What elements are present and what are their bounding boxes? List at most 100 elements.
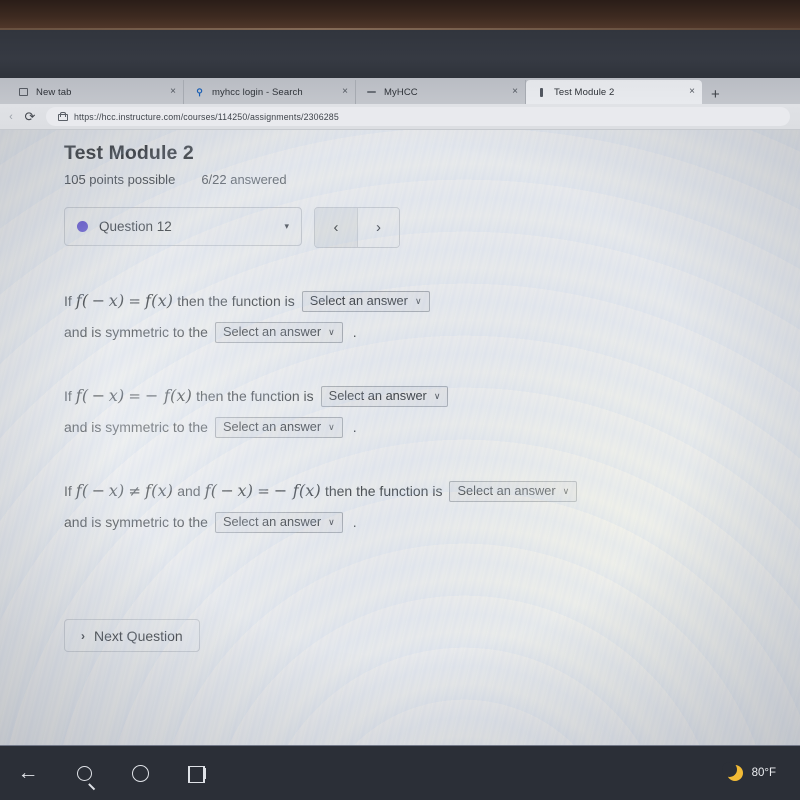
math-expression-left: f( − x): [75, 291, 125, 310]
math-expression-left-2: f( − x): [204, 481, 254, 500]
moon-icon: [721, 762, 743, 781]
chevron-down-icon: ▾: [284, 221, 289, 231]
browser-tab-test-module-2[interactable]: Test Module 2 ×: [526, 80, 702, 104]
chevron-down-icon: ∨: [328, 517, 335, 527]
tab-title: myhcc login - Search: [212, 86, 303, 98]
chevron-down-icon: ∨: [328, 422, 335, 432]
question-line-2: and is symmetric to the Select an answer…: [64, 414, 780, 440]
close-icon[interactable]: ×: [164, 87, 176, 97]
question-body: If f( − x) = f(x) then the function is S…: [64, 288, 780, 652]
chevron-down-icon: ∨: [414, 296, 422, 306]
question-line-1: If f( − x) = − f(x) then the function is…: [64, 383, 780, 409]
answered-count: 6/22 answered: [201, 172, 287, 187]
math-operator: =: [128, 387, 141, 405]
select-value: Select an answer: [222, 514, 322, 529]
task-view-icon[interactable]: [168, 746, 224, 800]
select-value: Select an answer: [457, 483, 556, 498]
symmetry-text: and is symmetric to the: [64, 324, 208, 340]
question-part-even: If f( − x) = f(x) then the function is S…: [64, 288, 780, 345]
question-line-1: If f( − x) = f(x) then the function is S…: [64, 288, 780, 314]
chevron-down-icon: ∨: [562, 486, 570, 496]
question-part-neither: If f( − x) ≠ f(x) and f( − x) = − f(x) t…: [64, 478, 780, 535]
select-value: Select an answer: [309, 293, 408, 308]
math-expression-right: f(x): [145, 291, 174, 310]
quiz-page: Test Module 2 105 points possible 6/22 a…: [0, 130, 800, 745]
question-line-2: and is symmetric to the Select an answer…: [64, 319, 780, 345]
period: .: [352, 514, 357, 530]
question-line-1: If f( − x) ≠ f(x) and f( − x) = − f(x) t…: [64, 478, 780, 504]
answer-select-symmetry[interactable]: Select an answer ∨: [214, 511, 343, 533]
browser-tab-new-tab[interactable]: New tab ×: [8, 80, 184, 104]
prev-question-button[interactable]: ‹: [315, 208, 357, 247]
points-possible: 105 points possible: [64, 172, 176, 187]
close-icon[interactable]: ×: [506, 87, 518, 97]
back-chevron-icon[interactable]: ‹: [4, 111, 18, 123]
browser-tab-myhcc[interactable]: MyHCC ×: [356, 80, 526, 104]
cortana-icon[interactable]: [112, 746, 168, 800]
chevron-down-icon: ∨: [433, 391, 441, 401]
search-icon: ⚲: [196, 86, 203, 97]
tab-title: New tab: [36, 86, 72, 98]
math-expression-right: f(x): [145, 481, 174, 500]
math-operator: ≠: [128, 482, 141, 500]
monitor-bezel: [0, 30, 800, 78]
question-navigation: Question 12 ▾ ‹ ›: [64, 207, 780, 248]
browser-window: New tab × ⚲ myhcc login - Search × MyHCC…: [0, 78, 800, 745]
answer-select-function-type[interactable]: Select an answer ∨: [320, 385, 449, 407]
symmetry-text: and is symmetric to the: [64, 419, 208, 435]
temperature-label: 80°F: [751, 767, 776, 779]
lock-icon: [58, 112, 68, 121]
question-text: then the function is: [177, 293, 295, 309]
new-tab-button[interactable]: +: [702, 87, 729, 104]
question-part-odd: If f( − x) = − f(x) then the function is…: [64, 383, 780, 440]
answer-select-function-type[interactable]: Select an answer ∨: [449, 480, 578, 502]
math-expression-left: f( − x): [75, 386, 125, 405]
back-arrow-icon[interactable]: ←: [0, 746, 56, 800]
question-text: then the function is: [324, 483, 443, 499]
browser-tabstrip: New tab × ⚲ myhcc login - Search × MyHCC…: [0, 78, 800, 104]
address-bar[interactable]: https://hcc.instructure.com/courses/1142…: [46, 107, 790, 126]
if-keyword: If: [64, 388, 72, 404]
weather-widget[interactable]: 80°F: [721, 762, 776, 781]
question-selector-dropdown[interactable]: Question 12 ▾: [64, 207, 302, 246]
symmetry-text: and is symmetric to the: [64, 514, 208, 530]
tab-title: Test Module 2: [554, 86, 615, 98]
math-operator-2: =: [257, 482, 270, 500]
question-status-dot: [77, 221, 88, 232]
math-expression-right: − f(x): [145, 386, 193, 405]
reload-icon[interactable]: ⟳: [18, 109, 42, 125]
question-arrows: ‹ ›: [314, 207, 400, 248]
chevron-right-icon: ›: [81, 628, 85, 643]
select-value: Select an answer: [222, 419, 322, 434]
if-keyword: If: [64, 483, 72, 499]
url-text: https://hcc.instructure.com/courses/1142…: [74, 111, 339, 122]
new-tab-icon: [18, 87, 29, 98]
browser-tab-myhcc-search[interactable]: ⚲ myhcc login - Search ×: [184, 80, 356, 104]
dash-icon: [366, 87, 377, 98]
math-expression-left: f( − x): [75, 481, 125, 500]
select-value: Select an answer: [222, 324, 322, 339]
browser-urlbar: ‹ ⟳ https://hcc.instructure.com/courses/…: [0, 104, 800, 130]
question-line-2: and is symmetric to the Select an answer…: [64, 509, 780, 535]
question-selector-label: Question 12: [99, 219, 172, 234]
period: .: [352, 419, 357, 435]
question-text: then the function is: [196, 388, 314, 404]
answer-select-function-type[interactable]: Select an answer ∨: [301, 290, 430, 312]
page-title: Test Module 2: [64, 142, 194, 164]
next-question-button[interactable]: › Next Question: [64, 619, 200, 652]
answer-select-symmetry[interactable]: Select an answer ∨: [214, 321, 343, 343]
search-icon[interactable]: [56, 746, 112, 800]
answer-select-symmetry[interactable]: Select an answer ∨: [214, 416, 343, 438]
desk-surface: [0, 0, 800, 30]
screen-photo: New tab × ⚲ myhcc login - Search × MyHCC…: [0, 0, 800, 800]
tab-title: MyHCC: [384, 86, 418, 98]
next-question-label: Next Question: [94, 627, 183, 644]
close-icon[interactable]: ×: [683, 87, 695, 97]
bar-icon: [536, 87, 547, 98]
quiz-meta: 105 points possible 6/22 answered: [64, 172, 780, 187]
period: .: [352, 324, 357, 340]
next-question-arrow-button[interactable]: ›: [357, 208, 399, 247]
close-icon[interactable]: ×: [336, 87, 348, 97]
conjunction: and: [177, 483, 201, 499]
math-expression-right-2: − f(x): [273, 481, 321, 500]
